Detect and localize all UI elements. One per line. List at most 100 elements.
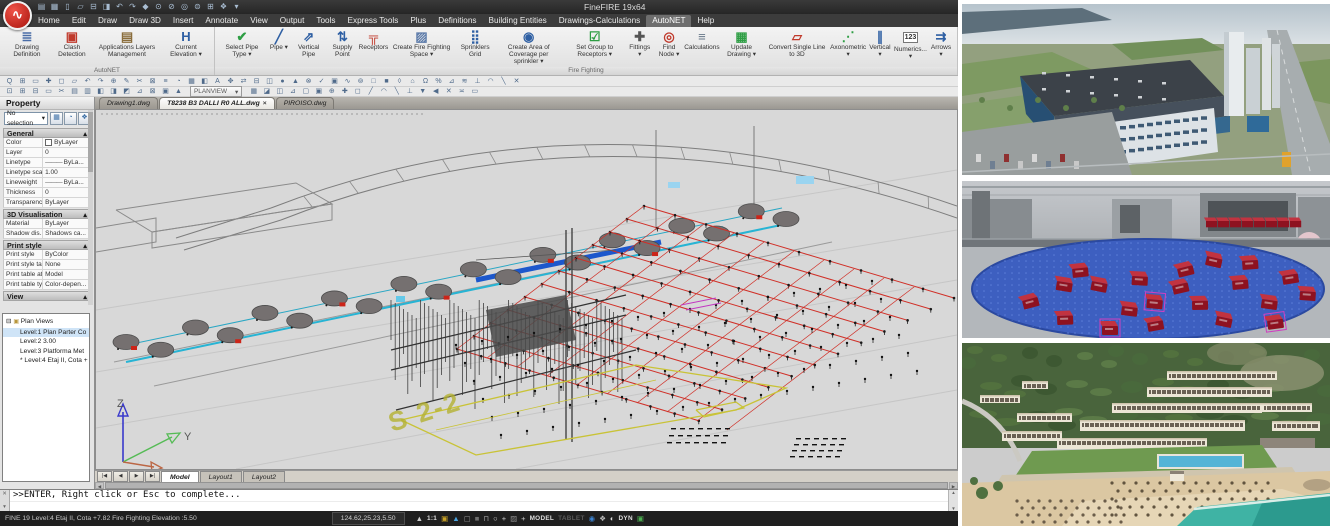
chevron-down-icon[interactable]: ▾	[3, 504, 6, 510]
toolbar-icon[interactable]: ⊕	[107, 77, 120, 86]
property-value[interactable]: 0	[43, 148, 90, 157]
app-logo-icon[interactable]: ∿	[3, 1, 32, 30]
axonometric-button[interactable]: ⋰Axonometric ▾	[829, 28, 867, 66]
tablet-label[interactable]: TABLET	[558, 515, 585, 522]
toolbar-icon[interactable]: ▣	[328, 77, 341, 86]
menu-insert[interactable]: Insert	[167, 15, 199, 27]
toolbar-icon[interactable]: ▭	[468, 87, 481, 96]
menu-edit[interactable]: Edit	[66, 15, 92, 27]
menu-home[interactable]: Home	[32, 15, 66, 27]
toolbar-icon[interactable]: ⊗	[302, 77, 315, 86]
toolbar-icon[interactable]: ✓	[315, 77, 328, 86]
quick-access-icon[interactable]: ◆	[140, 1, 151, 12]
graphics-performance-icon[interactable]: ▨	[510, 513, 517, 524]
toolbar-icon[interactable]: ■	[380, 77, 393, 86]
quick-access-icon[interactable]: ⊟	[88, 1, 99, 12]
menu-annotate[interactable]: Annotate	[199, 15, 244, 27]
drawing-definition-button[interactable]: ≣Drawing Definition	[3, 28, 51, 66]
toolbar-icon[interactable]: ▦	[185, 77, 198, 86]
toolbar-icon[interactable]: ╲	[390, 87, 403, 96]
quick-access-icon[interactable]: ↷	[127, 1, 138, 12]
toolbar-icon[interactable]: ≍	[455, 87, 468, 96]
tree-root-plan-views[interactable]: ⊟ ▣ Plan Views	[3, 317, 89, 328]
scroll-right-icon[interactable]: ▶	[949, 482, 958, 489]
toolbar-icon[interactable]: ✂	[55, 87, 68, 96]
toolbar-icon[interactable]: ▼	[416, 87, 429, 96]
toolbar-icon[interactable]: ◪	[260, 87, 273, 96]
menu-tools[interactable]: Tools	[310, 15, 341, 27]
numerics-button[interactable]: 123Numerics... ▾	[893, 28, 928, 66]
toolbar-icon[interactable]: ◫	[263, 77, 276, 86]
toolbar-icon[interactable]: ⊠	[146, 87, 159, 96]
drawing-tab-drawing1-dwg[interactable]: Drawing1.dwg	[99, 97, 158, 109]
toolbar-icon[interactable]: □	[367, 77, 380, 86]
collapse-icon[interactable]: ▴	[83, 210, 87, 218]
scrollbar-thumb[interactable]	[105, 482, 948, 489]
drawing-tab-piroiso-dwg[interactable]: PIROISO.dwg	[276, 97, 335, 109]
quick-access-icon[interactable]: ⊜	[192, 1, 203, 12]
toolbar-icon[interactable]: ✂	[133, 77, 146, 86]
command-scrollbar[interactable]: ▲ ▼	[948, 490, 958, 511]
toolbar-icon[interactable]: ▭	[42, 87, 55, 96]
units-icon[interactable]: ⊓	[483, 513, 489, 524]
toolbar-icon[interactable]: ⊡	[3, 87, 16, 96]
toolbar-icon[interactable]: ✕	[510, 77, 523, 86]
toolbar-icon[interactable]: ⊚	[354, 77, 367, 86]
quick-access-icon[interactable]: ▱	[75, 1, 86, 12]
scroll-left-icon[interactable]: ◀	[95, 482, 104, 489]
model-space-label[interactable]: MODEL	[530, 515, 555, 522]
annotation-scale-icon[interactable]: ▲	[416, 513, 423, 524]
status-blue-dot-icon[interactable]: ◉	[589, 513, 596, 524]
layout-nav-icon[interactable]: |◀	[97, 471, 112, 482]
toolbar-icon[interactable]: ✎	[120, 77, 133, 86]
layout-tab-layout1[interactable]: Layout1	[200, 471, 242, 483]
menu-express-tools[interactable]: Express Tools	[342, 15, 405, 27]
convert-single-line-to-3d-button[interactable]: ▱Convert Single Line to 3D	[765, 28, 830, 66]
quick-access-icon[interactable]: ↶	[114, 1, 125, 12]
find-node-button[interactable]: ◎Find Node ▾	[653, 28, 686, 66]
toolbar-icon[interactable]: ◧	[94, 87, 107, 96]
toolbar-icon[interactable]: ✥	[224, 77, 237, 86]
section-header-general[interactable]: General▴	[3, 128, 91, 138]
toolbar-icon[interactable]: ⊿	[286, 87, 299, 96]
toolbar-icon[interactable]: ↷	[94, 77, 107, 86]
dyn-input-icon[interactable]: ▣	[637, 513, 644, 524]
property-value[interactable]: 1.00	[43, 168, 90, 177]
toolbar-icon[interactable]: ⊞	[16, 77, 29, 86]
toolbar-icon[interactable]: ✕	[442, 87, 455, 96]
toolbar-icon[interactable]: Ω	[419, 77, 432, 86]
menu-draw-3d[interactable]: Draw 3D	[123, 15, 167, 27]
quick-access-icon[interactable]: ◨	[101, 1, 112, 12]
create-area-of-coverage-per-sprinkler-button[interactable]: ◉Create Area of Coverage per sprinkler ▾	[495, 28, 563, 66]
menu-autonet[interactable]: AutoNET	[646, 15, 691, 27]
tree-item-level-3-platforma-met[interactable]: Level:3 Platforma Met	[3, 347, 89, 357]
applications-layers-management-button[interactable]: ▤Applications Layers Management	[93, 28, 161, 66]
toolbar-icon[interactable]: ≋	[458, 77, 471, 86]
fittings-button[interactable]: ✚Fittings ▾	[627, 28, 653, 66]
toolbar-icon[interactable]: A	[211, 77, 224, 86]
create-fire-fighting-space-button[interactable]: ▨Create Fire Fighting Space ▾	[388, 28, 456, 66]
toolbar-icon[interactable]: ⊕	[325, 87, 338, 96]
vertical-button[interactable]: ∥Vertical ▾	[867, 28, 893, 66]
toolbar-icon[interactable]: ⊥	[403, 87, 416, 96]
close-icon[interactable]: ×	[263, 100, 267, 107]
toolbar-icon[interactable]: ●	[276, 77, 289, 86]
property-value[interactable]: 0	[43, 188, 90, 197]
set-group-to-receptors-button[interactable]: ☑Set Group to Receptors ▾	[563, 28, 627, 66]
quick-access-icon[interactable]: ▾	[231, 1, 242, 12]
isolate-objects-icon[interactable]: ○	[493, 513, 498, 524]
toolbar-icon[interactable]: ▭	[29, 77, 42, 86]
quick-access-icon[interactable]: ❖	[218, 1, 229, 12]
quick-access-icon[interactable]: ⊙	[153, 1, 164, 12]
toolbar-icon[interactable]: ▤	[68, 87, 81, 96]
selection-cycling-icon[interactable]: ▢	[464, 513, 471, 524]
vertical-pipe-button[interactable]: ⇗Vertical Pipe	[292, 28, 326, 66]
move-icon[interactable]: +	[521, 513, 525, 524]
toolbar-icon[interactable]: ▱	[68, 77, 81, 86]
toolbar-icon[interactable]: ≡	[159, 77, 172, 86]
clash-detection-button[interactable]: ▣Clash Detection	[51, 28, 93, 66]
pick-object-icon[interactable]: ◔	[64, 112, 77, 125]
toolbar-icon[interactable]: ▣	[312, 87, 325, 96]
toolbar-icon[interactable]: ◫	[273, 87, 286, 96]
menu-building-entities[interactable]: Building Entities	[483, 15, 553, 27]
